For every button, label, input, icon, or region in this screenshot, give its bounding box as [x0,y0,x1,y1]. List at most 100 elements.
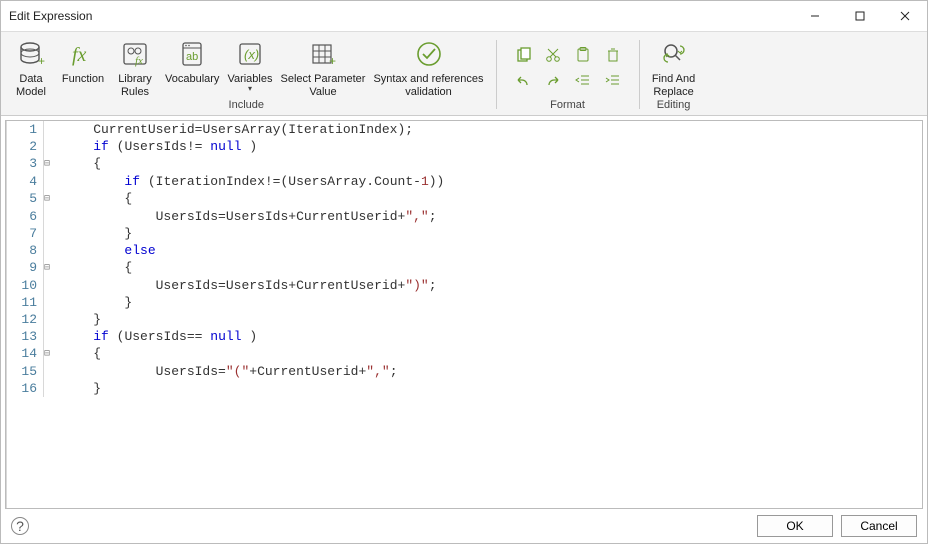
editor-scroll[interactable]: 1 CurrentUserid=UsersArray(IterationInde… [6,121,922,508]
undo-button[interactable] [509,69,537,93]
code-text[interactable]: UsersIds=UsersIds+CurrentUserid+")"; [56,277,922,294]
code-line[interactable]: 13 if (UsersIds== null ) [7,328,922,345]
code-text[interactable]: UsersIds="("+CurrentUserid+","; [56,363,922,380]
fold-toggle[interactable]: ⊟ [44,345,56,363]
fold-toggle[interactable]: ⊟ [44,259,56,277]
code-line[interactable]: 6 UsersIds=UsersIds+CurrentUserid+","; [7,208,922,225]
code-text[interactable]: { [56,155,922,173]
code-line[interactable]: 16 } [7,380,922,397]
line-number: 15 [7,363,44,380]
fold-toggle [44,138,56,155]
variables-button[interactable]: (x) Variables ▾ [223,36,276,93]
code-text[interactable]: CurrentUserid=UsersArray(IterationIndex)… [56,121,922,138]
outdent-button[interactable] [569,69,597,93]
svg-text:fx: fx [72,44,87,66]
delete-icon [605,47,621,63]
code-text[interactable]: } [56,311,922,328]
paste-icon [575,47,591,63]
cancel-button[interactable]: Cancel [841,515,917,537]
fold-toggle[interactable]: ⊟ [44,155,56,173]
select-parameter-button[interactable]: + Select Parameter Value [276,36,369,99]
format-group-label: Format [550,99,585,111]
code-text[interactable]: if (IterationIndex!=(UsersArray.Count-1)… [56,173,922,190]
data-model-button[interactable]: + Data Model [5,36,57,99]
code-line[interactable]: 15 UsersIds="("+CurrentUserid+","; [7,363,922,380]
line-number: 14 [7,345,44,363]
check-circle-icon [413,38,445,70]
cut-button[interactable] [539,43,567,67]
line-number: 3 [7,155,44,173]
code-text[interactable]: else [56,242,922,259]
copy-icon [515,47,531,63]
library-rules-button[interactable]: fx Library Rules [109,36,161,99]
code-text[interactable]: UsersIds=UsersIds+CurrentUserid+","; [56,208,922,225]
ribbon-separator-2 [639,40,640,109]
fold-toggle[interactable]: ⊟ [44,190,56,208]
titlebar: Edit Expression [1,1,927,32]
line-number: 1 [7,121,44,138]
fold-toggle [44,225,56,242]
code-area[interactable]: 1 CurrentUserid=UsersArray(IterationInde… [7,121,922,397]
include-buttons: + Data Model fx Function fx Library Rule… [5,36,488,99]
code-text[interactable]: } [56,380,922,397]
code-text[interactable]: if (UsersIds!= null ) [56,138,922,155]
code-line[interactable]: 8 else [7,242,922,259]
vocabulary-button[interactable]: ab Vocabulary [161,36,223,86]
code-line[interactable]: 9⊟ { [7,259,922,277]
line-number: 12 [7,311,44,328]
code-line[interactable]: 5⊟ { [7,190,922,208]
code-line[interactable]: 7 } [7,225,922,242]
redo-button[interactable] [539,69,567,93]
ribbon-separator [496,40,497,109]
help-button[interactable]: ? [11,517,29,535]
syntax-validation-label: Syntax and references validation [373,73,483,99]
ok-button[interactable]: OK [757,515,833,537]
maximize-button[interactable] [837,1,882,31]
find-replace-button[interactable]: Find And Replace [648,36,700,99]
ribbon: + Data Model fx Function fx Library Rule… [1,32,927,116]
scissors-icon [545,47,561,63]
code-line[interactable]: 3⊟ { [7,155,922,173]
delete-button[interactable] [599,43,627,67]
line-number: 11 [7,294,44,311]
paste-button[interactable] [569,43,597,67]
code-text[interactable]: } [56,294,922,311]
line-number: 7 [7,225,44,242]
function-button[interactable]: fx Function [57,36,109,86]
fold-toggle [44,311,56,328]
line-number: 8 [7,242,44,259]
vocabulary-icon: ab [176,38,208,70]
code-text[interactable]: } [56,225,922,242]
select-parameter-label: Select Parameter Value [280,73,365,99]
code-line[interactable]: 14⊟ { [7,345,922,363]
window-root: Edit Expression + Data Model [0,0,928,544]
indent-button[interactable] [599,69,627,93]
code-line[interactable]: 12 } [7,311,922,328]
minimize-button[interactable] [792,1,837,31]
code-text[interactable]: { [56,190,922,208]
code-text[interactable]: { [56,345,922,363]
syntax-validation-button[interactable]: Syntax and references validation [369,36,487,99]
variables-icon: (x) [234,38,266,70]
code-line[interactable]: 4 if (IterationIndex!=(UsersArray.Count-… [7,173,922,190]
close-button[interactable] [882,1,927,31]
database-icon: + [15,38,47,70]
chevron-down-icon: ▾ [248,84,252,93]
fold-toggle [44,380,56,397]
code-line[interactable]: 10 UsersIds=UsersIds+CurrentUserid+")"; [7,277,922,294]
svg-text:+: + [329,54,336,68]
copy-button[interactable] [509,43,537,67]
fold-toggle [44,294,56,311]
outdent-icon [575,73,591,89]
code-text[interactable]: { [56,259,922,277]
code-editor[interactable]: 1 CurrentUserid=UsersArray(IterationInde… [5,120,923,509]
code-line[interactable]: 2 if (UsersIds!= null ) [7,138,922,155]
table-icon: + [307,38,339,70]
svg-text:ab: ab [186,51,198,63]
window-title: Edit Expression [9,9,792,23]
code-line[interactable]: 11 } [7,294,922,311]
code-line[interactable]: 1 CurrentUserid=UsersArray(IterationInde… [7,121,922,138]
footer: ? OK Cancel [1,509,927,543]
minimize-icon [810,11,820,21]
code-text[interactable]: if (UsersIds== null ) [56,328,922,345]
